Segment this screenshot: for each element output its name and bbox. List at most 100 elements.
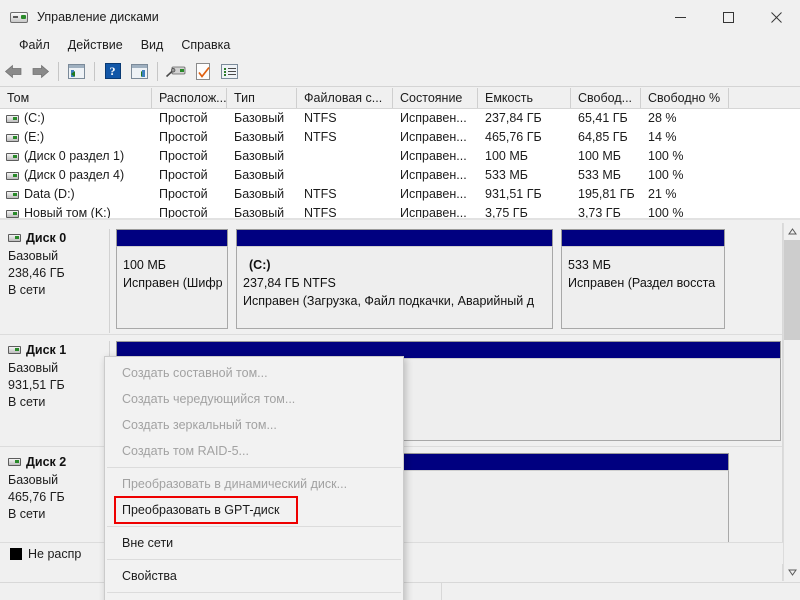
disk-size-label: 931,51 ГБ xyxy=(8,377,109,394)
legend-unallocated-label: Не распр xyxy=(28,547,81,561)
volume-icon xyxy=(6,153,19,161)
disk-state-label: В сети xyxy=(8,506,109,523)
disk-info-0[interactable]: Диск 0 Базовый 238,46 ГБ В сети xyxy=(0,229,110,333)
forward-button[interactable] xyxy=(27,58,54,85)
column-header-free-percent[interactable]: Свободно % xyxy=(641,88,729,108)
cell-free: 195,81 ГБ xyxy=(571,185,641,204)
maximize-button[interactable] xyxy=(704,0,752,34)
menu-help[interactable]: Справка xyxy=(172,36,239,55)
properties-button[interactable] xyxy=(189,58,216,85)
ctx-separator-4 xyxy=(107,592,401,593)
cell-filesystem: NTFS xyxy=(297,204,393,218)
show-hide-action-pane-icon xyxy=(131,64,148,79)
column-header-status[interactable]: Состояние xyxy=(393,88,478,108)
disk-icon xyxy=(8,458,21,466)
title-bar: Управление дисками xyxy=(0,0,800,34)
help-button[interactable]: ? xyxy=(99,58,126,85)
table-row[interactable]: (Диск 0 раздел 4) Простой Базовый Исправ… xyxy=(0,166,800,185)
cell-type: Базовый xyxy=(227,109,297,128)
cell-volume: (E:) xyxy=(0,128,152,147)
ctx-convert-to-gpt-disk[interactable]: Преобразовать в GPT-диск xyxy=(115,497,297,523)
table-row[interactable]: (E:) Простой Базовый NTFS Исправен... 46… xyxy=(0,128,800,147)
column-header-filler[interactable] xyxy=(729,88,800,108)
menu-file[interactable]: Файл xyxy=(10,36,59,55)
volume-icon xyxy=(6,172,19,180)
disk-context-menu[interactable]: Создать составной том... Создать чередую… xyxy=(104,356,404,600)
menu-view[interactable]: Вид xyxy=(132,36,173,55)
table-row[interactable]: Data (D:) Простой Базовый NTFS Исправен.… xyxy=(0,185,800,204)
ctx-convert-to-dynamic-disk: Преобразовать в динамический диск... xyxy=(105,471,403,497)
status-cell-3 xyxy=(442,583,582,600)
toolbar-separator xyxy=(58,62,59,81)
cell-free: 65,41 ГБ xyxy=(571,109,641,128)
partition-body: 533 МБ Исправен (Раздел восста xyxy=(561,246,725,329)
ctx-help[interactable]: Справка xyxy=(105,596,403,600)
partition-block[interactable]: (C:) 237,84 ГБ NTFS Исправен (Загрузка, … xyxy=(236,229,553,329)
column-header-volume[interactable]: Том xyxy=(0,88,152,108)
volume-icon xyxy=(6,134,19,142)
column-header-free[interactable]: Свобод... xyxy=(571,88,641,108)
show-hide-console-tree-icon xyxy=(68,64,85,79)
partition-status: Исправен (Загрузка, Файл подкачки, Авари… xyxy=(243,292,547,310)
cell-type: Базовый xyxy=(227,147,297,166)
cell-status: Исправен... xyxy=(393,204,478,218)
disk-pane-scrollbar[interactable] xyxy=(783,223,800,581)
cell-layout: Простой xyxy=(152,128,227,147)
list-view-button[interactable] xyxy=(216,58,243,85)
forward-arrow-icon xyxy=(31,64,50,79)
ctx-properties[interactable]: Свойства xyxy=(105,563,403,589)
show-hide-console-tree-button[interactable] xyxy=(63,58,90,85)
partition-size: 100 МБ xyxy=(123,256,222,274)
scroll-down-arrow-icon[interactable] xyxy=(784,564,800,581)
disk-name-label: Диск 0 xyxy=(26,231,66,245)
table-row[interactable]: (C:) Простой Базовый NTFS Исправен... 23… xyxy=(0,109,800,128)
ctx-create-spanned-volume: Создать составной том... xyxy=(105,360,403,386)
show-hide-action-pane-button[interactable] xyxy=(126,58,153,85)
scrollbar-thumb[interactable] xyxy=(784,240,800,340)
disk-info-1[interactable]: Диск 1 Базовый 931,51 ГБ В сети xyxy=(0,341,110,445)
disk-drive-icon xyxy=(10,9,28,25)
rescan-disks-button[interactable] xyxy=(162,58,189,85)
column-header-type[interactable]: Тип xyxy=(227,88,297,108)
disk-name-label: Диск 2 xyxy=(26,455,66,469)
back-button[interactable] xyxy=(0,58,27,85)
disk-partitions-0: 100 МБ Исправен (Шифр (C:) 237,84 ГБ NTF… xyxy=(110,229,782,333)
cell-type: Базовый xyxy=(227,204,297,218)
ctx-separator-3 xyxy=(107,559,401,560)
partition-block[interactable]: 100 МБ Исправен (Шифр xyxy=(116,229,228,329)
column-header-layout[interactable]: Располож... xyxy=(152,88,227,108)
ctx-offline[interactable]: Вне сети xyxy=(105,530,403,556)
back-arrow-icon xyxy=(4,64,23,79)
partition-status: Исправен (Раздел восста xyxy=(568,274,719,292)
cell-volume: (Диск 0 раздел 1) xyxy=(0,147,152,166)
toolbar-separator xyxy=(94,62,95,81)
menu-action[interactable]: Действие xyxy=(59,36,132,55)
cell-free-pct: 100 % xyxy=(641,204,729,218)
minimize-button[interactable] xyxy=(656,0,704,34)
disk-management-window: Управление дисками Файл Действие Вид Спр… xyxy=(0,0,800,600)
disk-block-0[interactable]: Диск 0 Базовый 238,46 ГБ В сети 100 МБ И… xyxy=(0,223,782,335)
cell-volume: (Диск 0 раздел 4) xyxy=(0,166,152,185)
table-row[interactable]: Новый том (K:) Простой Базовый NTFS Испр… xyxy=(0,204,800,218)
cell-type: Базовый xyxy=(227,128,297,147)
properties-icon xyxy=(196,63,210,80)
cell-volume: Data (D:) xyxy=(0,185,152,204)
cell-filesystem: NTFS xyxy=(297,109,393,128)
cell-capacity: 465,76 ГБ xyxy=(478,128,571,147)
ctx-separator-2 xyxy=(107,526,401,527)
cell-free-pct: 28 % xyxy=(641,109,729,128)
partition-block[interactable]: 533 МБ Исправен (Раздел восста xyxy=(561,229,725,329)
table-row[interactable]: (Диск 0 раздел 1) Простой Базовый Исправ… xyxy=(0,147,800,166)
close-button[interactable] xyxy=(752,0,800,34)
volume-icon xyxy=(6,115,19,123)
disk-title-1: Диск 1 xyxy=(8,343,109,357)
toolbar: ? xyxy=(0,56,800,87)
column-header-filesystem[interactable]: Файловая с... xyxy=(297,88,393,108)
cell-layout: Простой xyxy=(152,204,227,218)
volume-list-panel: Том Располож... Тип Файловая с... Состоя… xyxy=(0,88,800,218)
cell-volume-label: (Диск 0 раздел 4) xyxy=(24,166,124,185)
ctx-separator-1 xyxy=(107,467,401,468)
column-header-capacity[interactable]: Емкость xyxy=(478,88,571,108)
scroll-up-arrow-icon[interactable] xyxy=(784,223,800,240)
ctx-create-striped-volume: Создать чередующийся том... xyxy=(105,386,403,412)
